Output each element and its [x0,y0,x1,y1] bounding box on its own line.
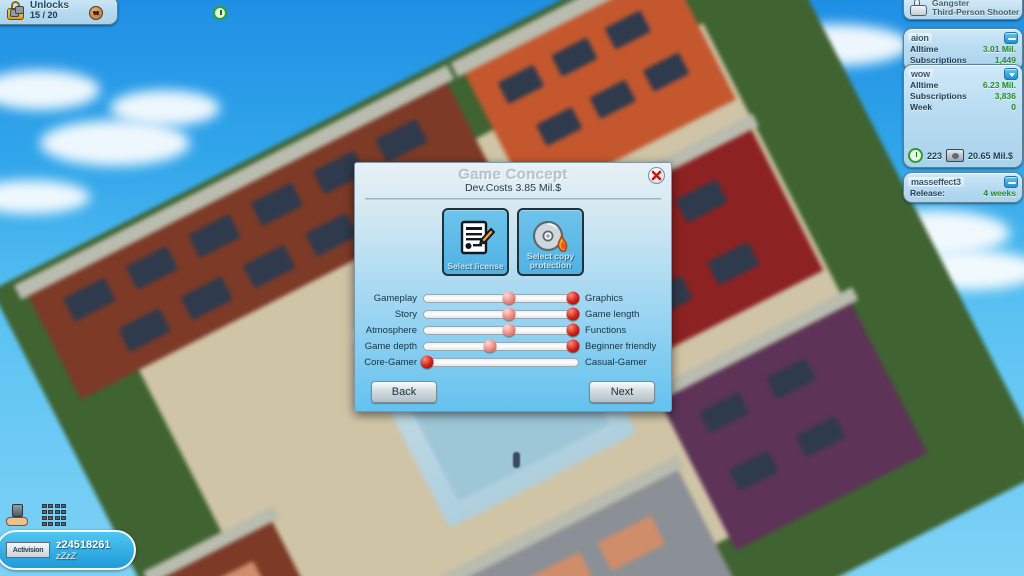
project-stat-row: Alltime 3.01 Mil. [908,44,1018,55]
slider-marker[interactable] [566,291,580,305]
unlocks-value: 15 / 20 [30,10,58,21]
slider-row: Atmosphere Functions [361,322,665,338]
player-name: z24518261 [56,539,111,551]
project-name: masseffect3 [908,177,964,187]
slider-left-label: Atmosphere [365,324,417,336]
select-license-tile[interactable]: Select license [442,208,509,276]
slider-right-label: Game length [585,308,640,320]
project-panel-masseffect3[interactable]: masseffect3 Release: 4 weeks [903,172,1023,203]
stat-label: Subscriptions [910,91,967,101]
stat-value: 4 weeks [983,188,1016,198]
slider-row: Core-Gamer Casual-Gamer [361,354,665,370]
slider-track[interactable] [423,307,580,321]
slider-row: Gameplay Graphics [361,290,665,306]
stat-value: 0 [1011,102,1016,112]
stat-label: Alltime [910,80,939,90]
slider-left-label: Story [394,308,417,320]
slider-right-label: Casual-Gamer [585,356,647,368]
stat-label: Release: [910,188,945,198]
stat-label: Week [910,102,933,112]
slider-left-label: Core-Gamer [364,356,417,368]
divider [365,198,661,200]
concept-sliders: Gameplay Graphics Story Game length Atmosphe… [355,290,671,370]
cloud [110,90,220,126]
project-name: wow [908,69,933,79]
select-copy-protection-label: Select copy protection [526,251,575,270]
slider-row: Game depth Beginner friendly [361,338,665,354]
project-stat-row: Subscriptions 3,836 [908,91,1018,102]
dialog-title: Game Concept [458,166,568,183]
dialog-header: Game Concept Dev.Costs 3.85 Mil.$ [355,163,671,200]
slider-marker[interactable] [566,307,580,321]
select-license-label: Select license [447,261,504,271]
clock-icon [213,5,227,20]
slider-handle[interactable] [502,307,516,321]
chevron-down-icon[interactable] [1004,68,1018,80]
employee-character [513,452,520,468]
project-stat-row: Alltime 6.23 Mil. [908,80,1018,91]
project-money-value: 20.65 Mil.$ [968,150,1014,161]
cloud [0,70,100,110]
game-concept-dialog: Game Concept Dev.Costs 3.85 Mil.$ Select… [354,162,672,412]
project-time-value: 223 [927,150,943,161]
stat-value: 6.23 Mil. [982,80,1016,90]
slider-track[interactable] [423,323,580,337]
slider-right-label: Graphics [585,292,624,304]
project-stat-row: Release: 4 weeks [908,188,1018,199]
slider-left-label: Gameplay [373,292,417,304]
option-tiles: Select license Select copy protection [355,208,671,276]
stat-value: 3.01 Mil. [982,44,1016,54]
slider-handle[interactable] [502,291,516,305]
project-panel-wow[interactable]: wow Alltime 6.23 Mil. Subscriptions 3,83… [903,64,1023,168]
slider-right-label: Beginner friendly [585,340,657,352]
company-logo: Activision [6,542,50,558]
cloud [0,180,90,214]
dialog-footer: Back Next [355,381,671,403]
genre-line2: Third-Person Shooter [932,6,1020,17]
license-document-icon [457,218,495,263]
current-genre-bar[interactable]: Gangster Third-Person Shooter [903,0,1023,20]
dialog-subtitle: Dev.Costs 3.85 Mil.$ [464,182,562,194]
slider-track[interactable] [420,355,579,369]
slider-left-label: Game depth [364,340,417,352]
slider-track[interactable] [423,291,580,305]
player-state: zZzZ [56,551,76,561]
slider-track[interactable] [423,339,580,353]
close-icon[interactable] [648,167,665,184]
thumbs-up-icon [910,0,927,16]
player-status-bar[interactable]: Activision z24518261 zZzZ [0,530,136,570]
slider-marker[interactable] [566,339,580,353]
slider-marker[interactable] [566,323,580,337]
project-stat-row: Week 0 [908,102,1018,113]
slider-handle[interactable] [502,323,516,337]
minimize-icon[interactable] [1004,32,1018,44]
stat-label: Alltime [910,44,939,54]
stat-value: 3,836 [994,91,1016,101]
back-button[interactable]: Back [371,381,437,403]
project-footer-stats: 223 20.65 Mil.$ [908,148,1018,163]
cash-icon [946,149,965,162]
select-copy-protection-tile[interactable]: Select copy protection [517,208,584,276]
hand-object-icon[interactable] [6,504,32,528]
minimize-icon[interactable] [1004,176,1018,188]
grid-wall-icon[interactable] [42,504,68,528]
project-name: aion [908,33,932,43]
cloud [40,120,190,166]
tool-palette[interactable] [6,504,68,528]
slider-right-label: Functions [585,324,627,336]
slider-row: Story Game length [361,306,665,322]
slider-marker[interactable] [420,355,434,369]
fans-face-icon [88,5,103,20]
alarm-clock-icon [908,148,923,163]
next-button[interactable]: Next [589,381,655,403]
slider-handle[interactable] [483,339,497,353]
money-icon [10,6,25,19]
